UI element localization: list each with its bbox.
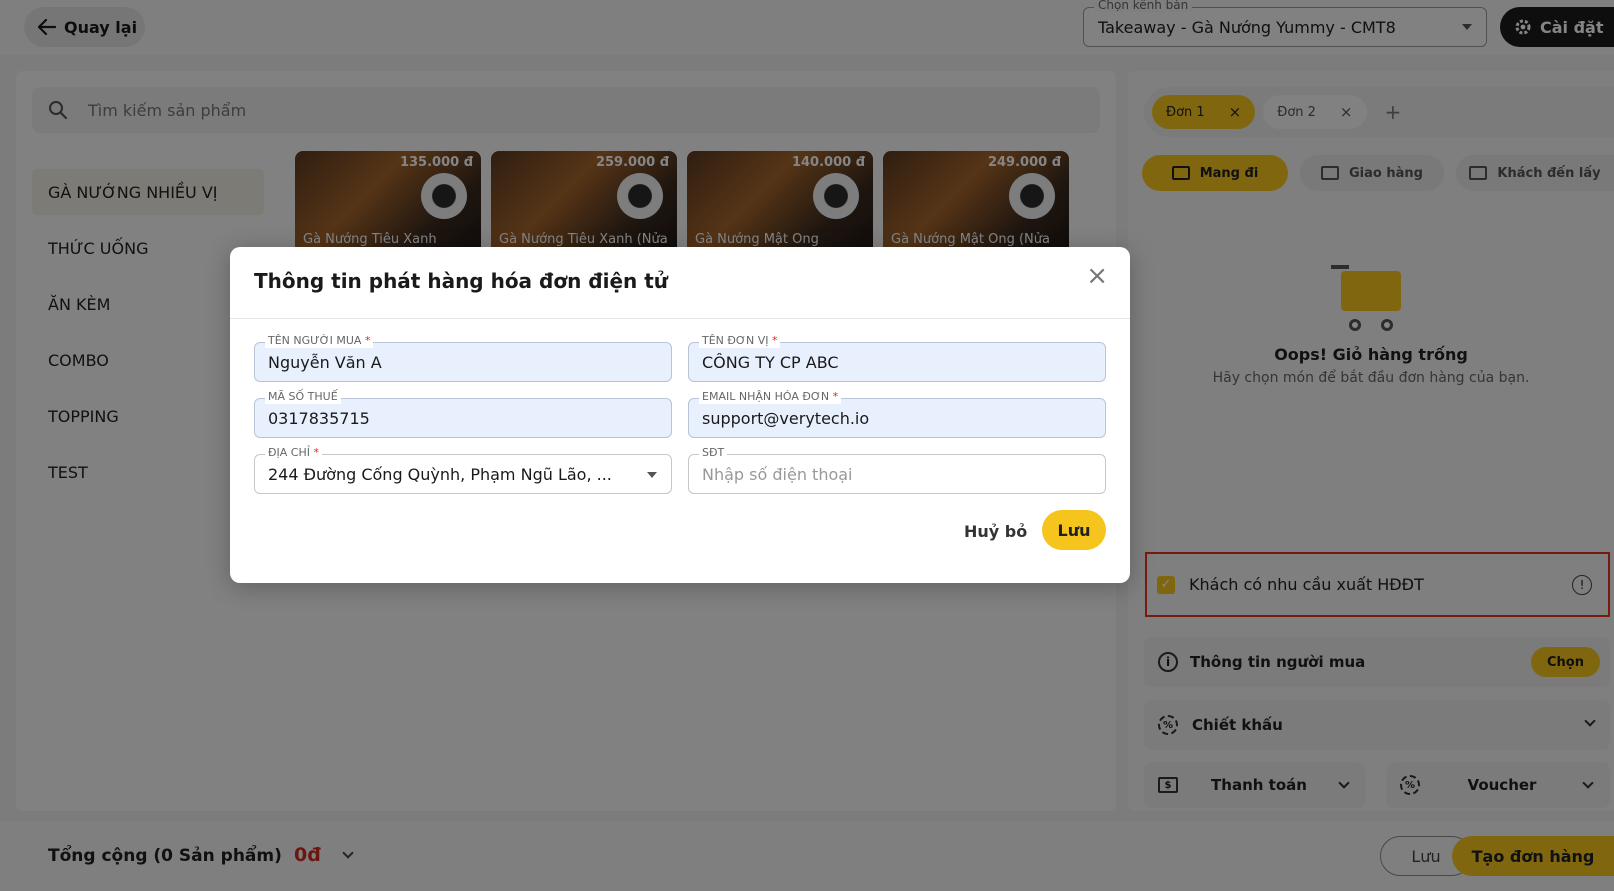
field-value: 0317835715 [268,408,370,428]
field-value: CÔNG TY CP ABC [702,352,839,372]
email-field[interactable]: EMAIL NHẬN HÓA ĐƠN * support@verytech.io [688,390,1106,438]
cancel-button[interactable]: Huỷ bỏ [964,511,1027,551]
e-invoice-modal: Thông tin phát hàng hóa đơn điện tử × TÊ… [230,247,1130,583]
field-label: ĐỊA CHỈ * [265,446,322,460]
buyer-name-field[interactable]: TÊN NGƯỜI MUA * Nguyễn Văn A [254,334,672,382]
field-value: 244 Đường Cống Quỳnh, Phạm Ngũ Lão, ... [268,464,612,484]
tax-code-field[interactable]: MÃ SỐ THUẾ 0317835715 [254,390,672,438]
company-name-field[interactable]: TÊN ĐƠN VỊ * CÔNG TY CP ABC [688,334,1106,382]
field-label: SĐT [699,446,728,460]
field-label: MÃ SỐ THUẾ [265,390,341,404]
field-value: support@verytech.io [702,408,870,428]
field-label: TÊN ĐƠN VỊ * [699,334,781,348]
close-icon[interactable]: × [1086,263,1108,289]
field-label: TÊN NGƯỜI MUA * [265,334,374,348]
phone-field[interactable]: SĐT Nhập số điện thoại [688,446,1106,494]
field-label: EMAIL NHẬN HÓA ĐƠN * [699,390,842,404]
save-button[interactable]: Lưu [1042,510,1106,550]
chevron-down-icon [647,472,657,478]
address-select[interactable]: ĐỊA CHỈ * 244 Đường Cống Quỳnh, Phạm Ngũ… [254,446,672,494]
modal-title: Thông tin phát hàng hóa đơn điện tử [254,269,669,293]
divider [230,318,1130,319]
field-value: Nguyễn Văn A [268,352,382,372]
field-placeholder: Nhập số điện thoại [702,464,853,484]
